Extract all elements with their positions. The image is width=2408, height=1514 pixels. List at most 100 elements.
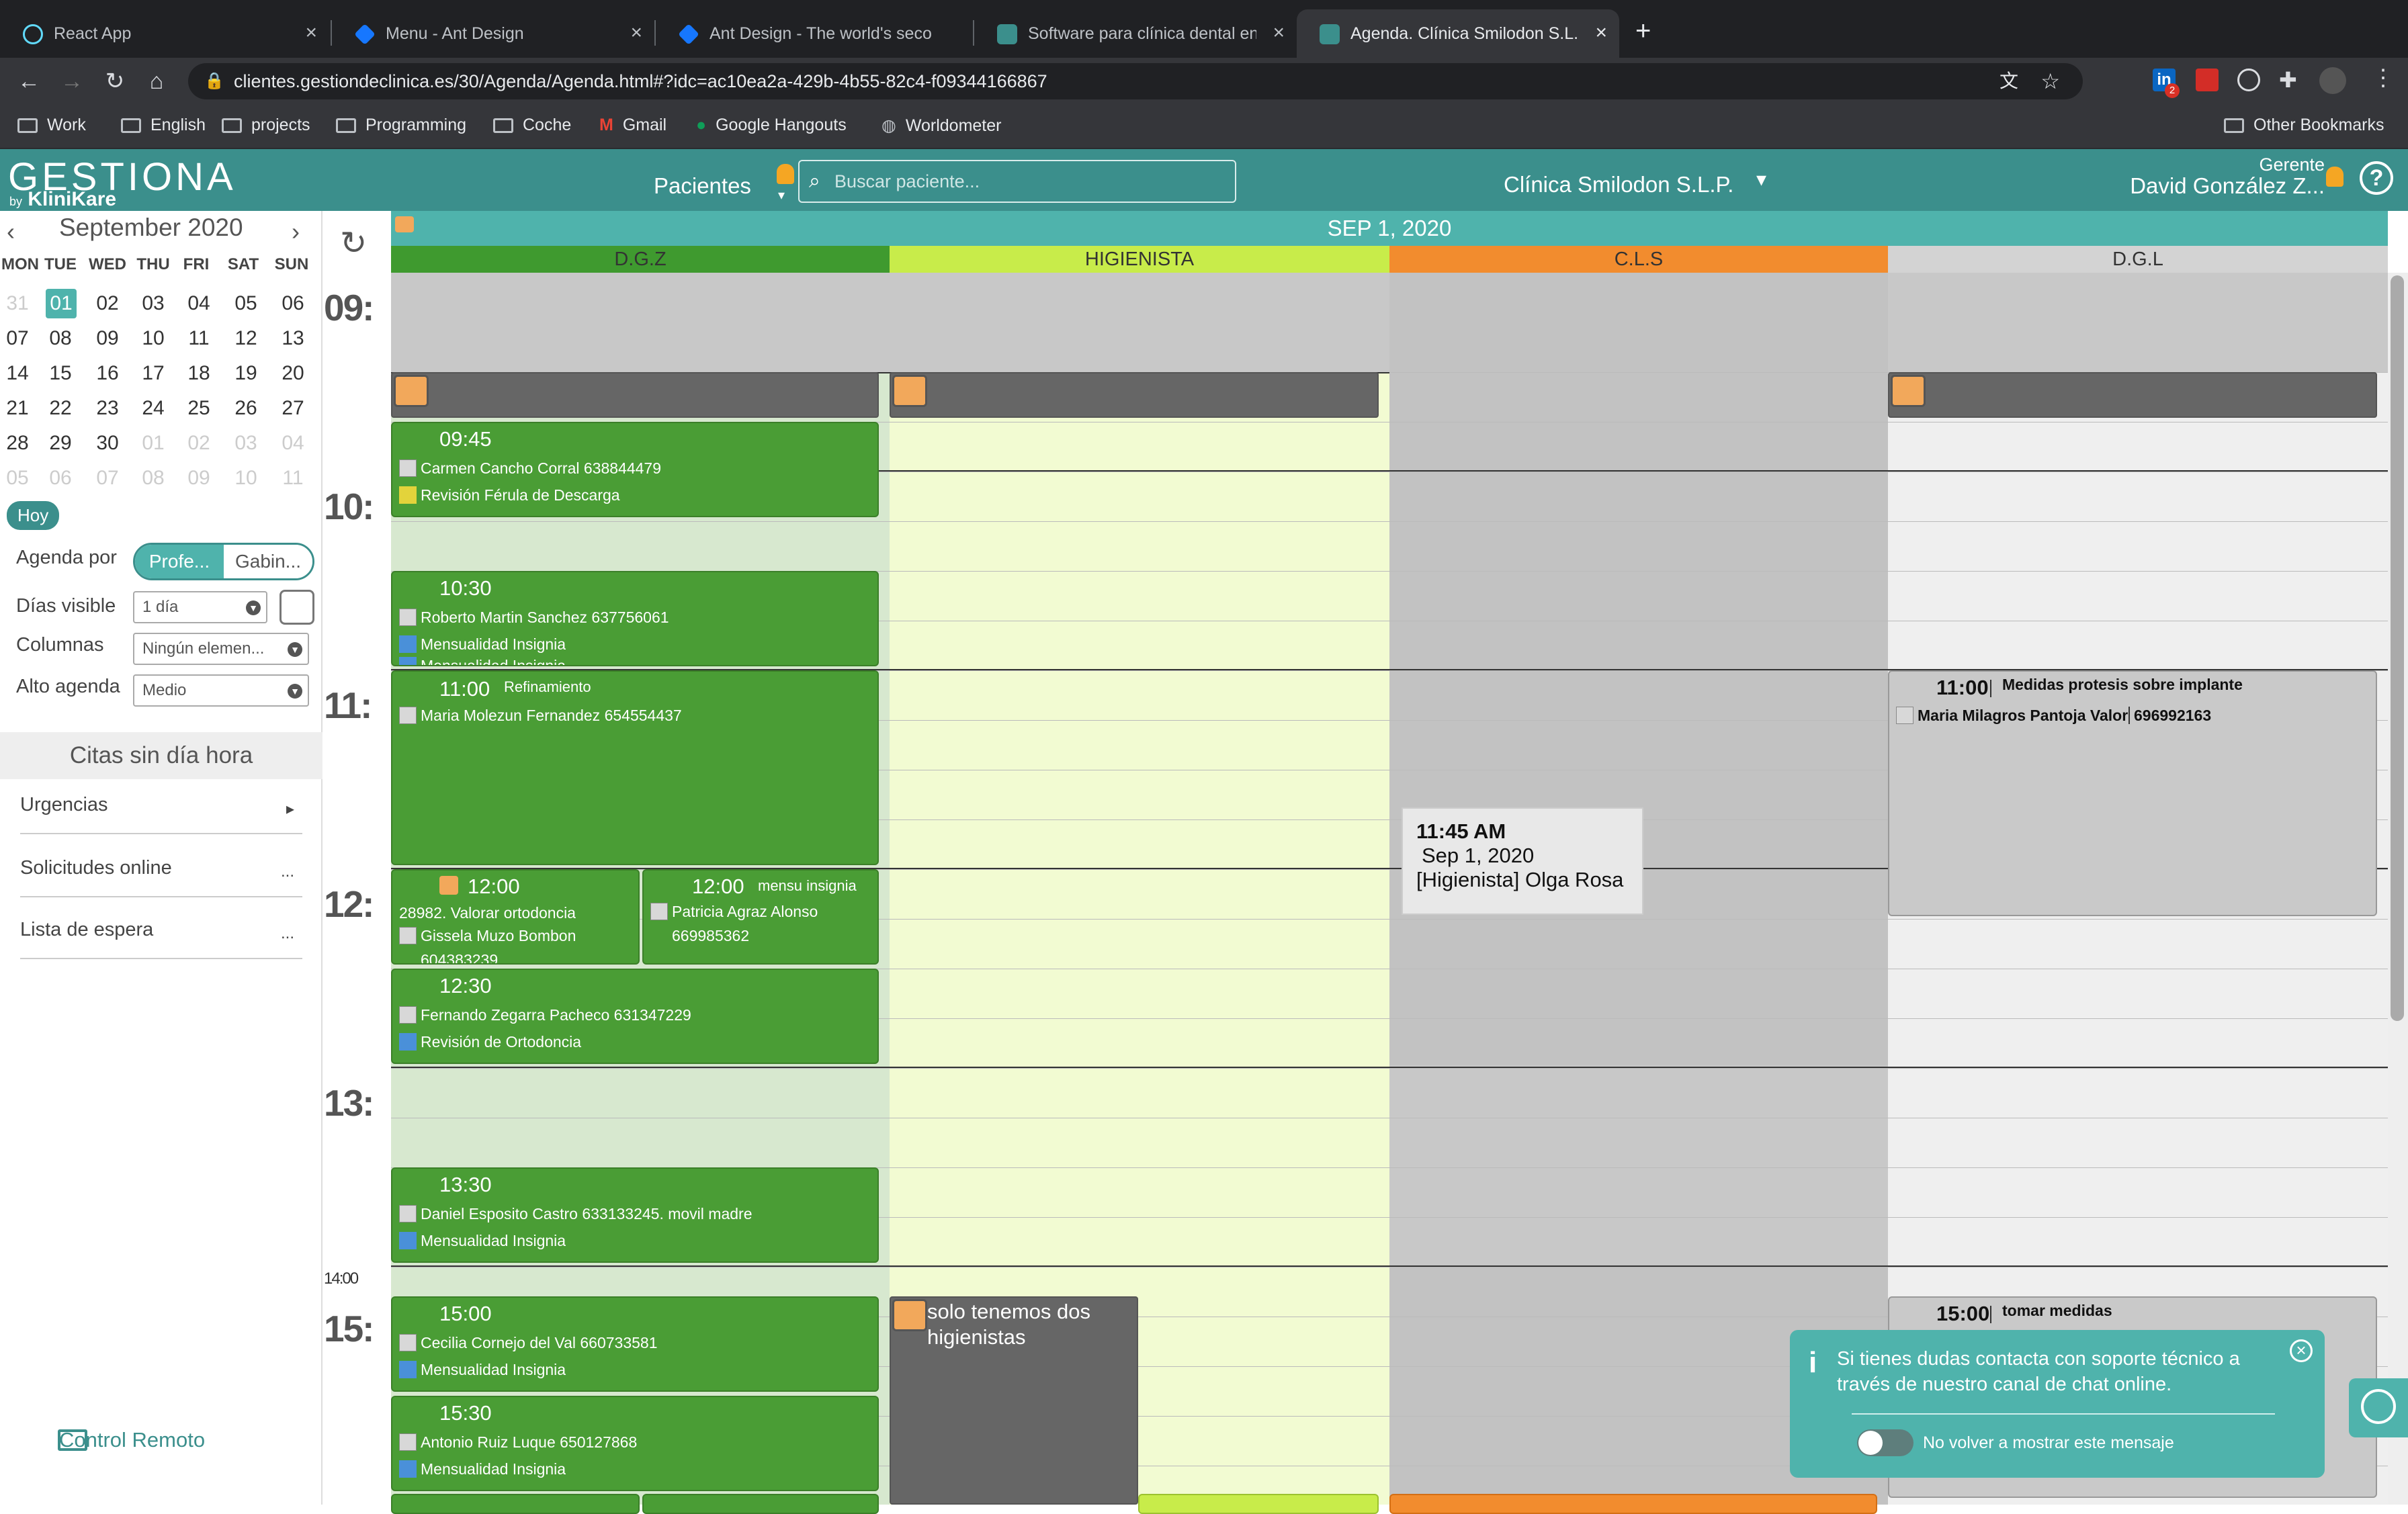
other-bookmarks[interactable]: Other Bookmarks [2224,116,2384,135]
calendar-day[interactable]: 25 [180,394,218,423]
help-icon[interactable]: ? [2360,161,2393,195]
calendar-day[interactable]: 10 [134,324,172,353]
calendar-day[interactable]: 18 [180,359,218,388]
bookmark-folder[interactable]: Work [17,116,86,135]
home-icon[interactable]: ⌂ [140,64,173,98]
blocked-slot[interactable] [890,372,1379,418]
bookmark-link[interactable]: ◍ Worldometer [882,116,1001,136]
bookmark-link[interactable]: ● Google Hangouts [696,116,847,135]
calendar-day[interactable]: 10 [227,463,265,493]
chevron-left-icon[interactable]: ‹ [7,218,15,246]
url-field[interactable]: 🔒 clientes.gestiondeclinica.es/30/Agenda… [188,63,2083,99]
calendar-day[interactable]: 29 [42,429,79,458]
appointment[interactable]: 15:30 Antonio Ruiz Luque 650127868 Mensual… [391,1396,879,1491]
scrollbar-thumb[interactable] [2391,275,2404,1021]
calendar-day[interactable]: 05 [0,463,36,493]
dias-visible-select[interactable]: 1 día ▼ [133,591,267,623]
calendar-day[interactable]: 08 [134,463,172,493]
appointment[interactable] [1389,1494,1877,1514]
calendar-day[interactable]: 31 [0,289,36,318]
bookmark-folder[interactable]: projects [222,116,310,135]
blocked-slot[interactable] [391,372,879,418]
calendar-day[interactable]: 09 [180,463,218,493]
citas-item-solicitudes[interactable]: Solicitudes online... [20,857,302,897]
bookmark-star-icon[interactable]: ☆ [2040,63,2060,99]
user-name[interactable]: David González Z... [2096,173,2325,199]
appointment[interactable]: 15:00 Cecilia Cornejo del Val 660733581 Me… [391,1296,879,1392]
bell-icon[interactable] [2326,167,2344,187]
close-icon[interactable]: × [305,21,317,44]
alto-agenda-select[interactable]: Medio ▼ [133,674,309,707]
more-icon[interactable]: ... [281,862,294,881]
column-header[interactable]: D.G.Z [391,246,890,273]
bell-icon[interactable] [777,164,794,184]
blocked-slot[interactable] [1888,372,2377,418]
column-header[interactable]: D.G.L [1888,246,2388,273]
appointment[interactable] [391,1494,640,1514]
extensions-puzzle-icon[interactable]: ✚ [2279,67,2297,93]
patient-search-input[interactable]: ⌕ Buscar paciente... [798,160,1236,203]
calendar-day[interactable]: 02 [89,289,126,318]
dont-show-toggle[interactable] [1857,1429,1914,1456]
calendar-day[interactable]: 03 [227,429,265,458]
bookmark-folder[interactable]: Coche [493,116,571,135]
appointment[interactable]: 11:00 Refinamiento Maria Molezun Fernandez… [391,670,879,865]
citas-item-urgencias[interactable]: Urgencias ▸ [20,794,302,834]
appointment[interactable] [1138,1494,1379,1514]
blocked-slot[interactable]: solo tenemos dos higienistas [890,1296,1138,1505]
calendar-day[interactable]: 13 [274,324,312,353]
close-icon[interactable]: × [2290,1339,2313,1362]
calendar-day[interactable]: 04 [180,289,218,318]
calendar-day[interactable]: 12 [227,324,265,353]
calendar-day[interactable]: 11 [180,324,218,353]
calendar-day[interactable]: 06 [42,463,79,493]
calendar-day[interactable]: 02 [180,429,218,458]
appointment[interactable]: 12:30 Fernando Zegarra Pacheco 631347229 R… [391,969,879,1064]
patients-label[interactable]: Pacientes [654,173,751,199]
appointment[interactable]: 11:00 Medidas protesis sobre implante Mari… [1888,670,2377,916]
forward-icon[interactable]: → [55,64,89,98]
control-remoto-link[interactable]: Control Remoto [58,1428,205,1452]
bookmark-folder[interactable]: English [121,116,206,135]
lastpass-extension-icon[interactable] [2196,69,2219,91]
browser-tab[interactable]: Ant Design - The world's seco [656,9,972,58]
bookmark-folder[interactable]: Programming [336,116,466,135]
back-icon[interactable]: ← [12,64,46,98]
calendar-day[interactable]: 04 [274,429,312,458]
avatar[interactable] [2319,67,2346,94]
calendar-day[interactable]: 06 [274,289,312,318]
bookmark-link[interactable]: M Gmail [599,116,666,135]
checkbox[interactable] [280,590,314,625]
appointment[interactable] [642,1494,879,1514]
calendar-day[interactable]: 15 [42,359,79,388]
reload-icon[interactable]: ↻ [98,64,132,98]
calendar-day[interactable]: 26 [227,394,265,423]
toggle-profesional[interactable]: Profe... [135,545,224,578]
calendar-day[interactable]: 28 [0,429,36,458]
menu-kebab-icon[interactable]: ⋮ [2372,64,2395,91]
chevron-right-icon[interactable]: › [292,218,300,246]
calendar-day[interactable]: 05 [227,289,265,318]
calendar-day[interactable]: 16 [89,359,126,388]
calendar-day[interactable]: 22 [42,394,79,423]
calendar-day[interactable]: 11 [274,463,312,493]
columnas-select[interactable]: Ningún elemen... ▼ [133,633,309,665]
calendar-day[interactable]: 09 [89,324,126,353]
calendar-day[interactable]: 07 [89,463,126,493]
more-icon[interactable]: ... [281,924,294,943]
calendar-day[interactable]: 14 [0,359,36,388]
chat-button[interactable] [2349,1378,2408,1437]
browser-tab[interactable]: Menu - Ant Design × [332,9,654,58]
react-devtools-icon[interactable] [2237,69,2260,91]
browser-tab[interactable]: React App × [0,9,329,58]
close-icon[interactable]: × [1273,21,1285,44]
browser-tab[interactable]: Software para clínica dental en × [974,9,1297,58]
clinic-selector[interactable]: Clínica Smilodon S.L.P. [1504,172,1733,197]
close-icon[interactable]: × [630,21,642,44]
appointment[interactable]: 09:45 Carmen Cancho Corral 638844479 Revis… [391,422,879,517]
today-button[interactable]: Hoy [7,501,60,530]
calendar-day[interactable]: 19 [227,359,265,388]
appointment[interactable]: 10:30 Roberto Martin Sanchez 637756061 Men… [391,571,879,666]
appointment[interactable]: 12:00 mensu insignia Patricia Agraz Alonso… [642,869,879,965]
calendar-day[interactable]: 01 [46,289,77,318]
